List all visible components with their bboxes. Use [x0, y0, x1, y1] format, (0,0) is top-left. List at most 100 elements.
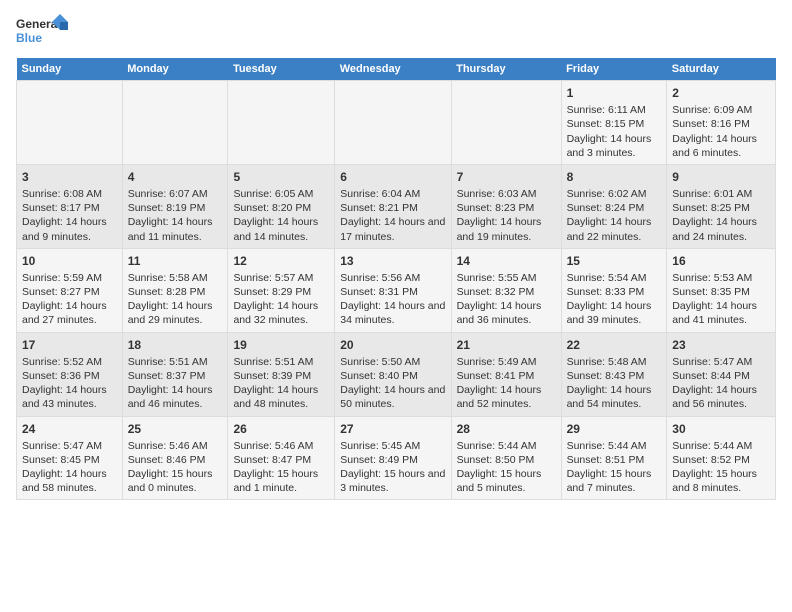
day-number: 5	[233, 169, 329, 185]
day-info: Daylight: 14 hours and 22 minutes.	[567, 215, 662, 243]
calendar-cell	[17, 81, 123, 165]
day-number: 9	[672, 169, 770, 185]
calendar-cell: 1Sunrise: 6:11 AMSunset: 8:15 PMDaylight…	[561, 81, 667, 165]
calendar-cell: 8Sunrise: 6:02 AMSunset: 8:24 PMDaylight…	[561, 164, 667, 248]
page: General Blue SundayMondayTuesdayWednesda…	[0, 0, 792, 508]
calendar-cell: 5Sunrise: 6:05 AMSunset: 8:20 PMDaylight…	[228, 164, 335, 248]
day-info: Sunset: 8:47 PM	[233, 453, 329, 467]
svg-text:General: General	[16, 17, 61, 31]
calendar-cell: 12Sunrise: 5:57 AMSunset: 8:29 PMDayligh…	[228, 248, 335, 332]
day-info: Sunset: 8:17 PM	[22, 201, 117, 215]
calendar-cell	[335, 81, 451, 165]
day-info: Daylight: 14 hours and 29 minutes.	[128, 299, 223, 327]
day-info: Daylight: 14 hours and 32 minutes.	[233, 299, 329, 327]
calendar-cell: 4Sunrise: 6:07 AMSunset: 8:19 PMDaylight…	[122, 164, 228, 248]
day-info: Sunrise: 5:51 AM	[128, 355, 223, 369]
calendar-cell: 19Sunrise: 5:51 AMSunset: 8:39 PMDayligh…	[228, 332, 335, 416]
calendar-row: 3Sunrise: 6:08 AMSunset: 8:17 PMDaylight…	[17, 164, 776, 248]
day-info: Sunrise: 5:59 AM	[22, 271, 117, 285]
logo-svg: General Blue	[16, 12, 71, 52]
day-number: 8	[567, 169, 662, 185]
day-info: Daylight: 15 hours and 7 minutes.	[567, 467, 662, 495]
day-number: 1	[567, 85, 662, 101]
day-info: Daylight: 14 hours and 46 minutes.	[128, 383, 223, 411]
day-info: Daylight: 15 hours and 1 minute.	[233, 467, 329, 495]
day-info: Sunset: 8:23 PM	[457, 201, 556, 215]
day-info: Sunset: 8:19 PM	[128, 201, 223, 215]
calendar-cell: 15Sunrise: 5:54 AMSunset: 8:33 PMDayligh…	[561, 248, 667, 332]
day-info: Sunrise: 6:09 AM	[672, 103, 770, 117]
day-info: Sunset: 8:33 PM	[567, 285, 662, 299]
calendar-cell: 25 Sunrise: 5:46 AMSunset: 8:46 PMDayligh…	[122, 416, 228, 500]
day-info: Daylight: 14 hours and 34 minutes.	[340, 299, 445, 327]
day-info: Sunrise: 5:47 AM	[672, 355, 770, 369]
day-info: Sunrise: 5:44 AM	[567, 439, 662, 453]
day-info: Sunset: 8:20 PM	[233, 201, 329, 215]
day-info: Sunset: 8:45 PM	[22, 453, 117, 467]
day-info: Daylight: 15 hours and 5 minutes.	[457, 467, 556, 495]
day-info: Daylight: 14 hours and 11 minutes.	[128, 215, 223, 243]
calendar-cell: 18Sunrise: 5:51 AMSunset: 8:37 PMDayligh…	[122, 332, 228, 416]
day-info: Sunset: 8:16 PM	[672, 117, 770, 131]
calendar-body: 1Sunrise: 6:11 AMSunset: 8:15 PMDaylight…	[17, 81, 776, 500]
day-number: 3	[22, 169, 117, 185]
day-info: Sunrise: 6:01 AM	[672, 187, 770, 201]
calendar-cell: 20Sunrise: 5:50 AMSunset: 8:40 PMDayligh…	[335, 332, 451, 416]
day-info: Sunrise: 5:45 AM	[340, 439, 445, 453]
day-info: Daylight: 15 hours and 3 minutes.	[340, 467, 445, 495]
calendar-cell: 24Sunrise: 5:47 AMSunset: 8:45 PMDayligh…	[17, 416, 123, 500]
day-number: 22	[567, 337, 662, 353]
day-info: Sunrise: 5:53 AM	[672, 271, 770, 285]
day-number: 15	[567, 253, 662, 269]
day-info: Sunset: 8:32 PM	[457, 285, 556, 299]
calendar-cell: 30Sunrise: 5:44 AMSunset: 8:52 PMDayligh…	[667, 416, 776, 500]
day-info: Sunset: 8:21 PM	[340, 201, 445, 215]
day-number: 24	[22, 421, 117, 437]
day-info: Daylight: 14 hours and 17 minutes.	[340, 215, 445, 243]
day-info: Daylight: 14 hours and 24 minutes.	[672, 215, 770, 243]
calendar-cell	[451, 81, 561, 165]
calendar-cell: 23Sunrise: 5:47 AMSunset: 8:44 PMDayligh…	[667, 332, 776, 416]
day-info: Daylight: 14 hours and 36 minutes.	[457, 299, 556, 327]
day-info: Daylight: 14 hours and 50 minutes.	[340, 383, 445, 411]
day-info: Sunset: 8:37 PM	[128, 369, 223, 383]
day-info: Daylight: 14 hours and 19 minutes.	[457, 215, 556, 243]
day-info: Sunrise: 5:50 AM	[340, 355, 445, 369]
day-info: Sunrise: 6:05 AM	[233, 187, 329, 201]
day-info: Daylight: 15 hours and 0 minutes.	[128, 467, 223, 495]
calendar-header: SundayMondayTuesdayWednesdayThursdayFrid…	[17, 58, 776, 81]
day-number: 25	[128, 421, 223, 437]
day-info: Sunrise: 5:46 AM	[233, 439, 329, 453]
day-info: Sunrise: 5:44 AM	[457, 439, 556, 453]
day-info: Sunset: 8:49 PM	[340, 453, 445, 467]
header: General Blue	[16, 12, 776, 52]
header-day: Tuesday	[228, 58, 335, 81]
calendar-cell: 16Sunrise: 5:53 AMSunset: 8:35 PMDayligh…	[667, 248, 776, 332]
calendar-row: 24Sunrise: 5:47 AMSunset: 8:45 PMDayligh…	[17, 416, 776, 500]
calendar-cell: 6Sunrise: 6:04 AMSunset: 8:21 PMDaylight…	[335, 164, 451, 248]
day-info: Sunrise: 5:52 AM	[22, 355, 117, 369]
day-info: Sunset: 8:51 PM	[567, 453, 662, 467]
calendar-cell: 3Sunrise: 6:08 AMSunset: 8:17 PMDaylight…	[17, 164, 123, 248]
header-day: Wednesday	[335, 58, 451, 81]
day-number: 10	[22, 253, 117, 269]
day-number: 17	[22, 337, 117, 353]
day-number: 11	[128, 253, 223, 269]
day-number: 21	[457, 337, 556, 353]
day-info: Sunset: 8:36 PM	[22, 369, 117, 383]
day-info: Sunrise: 6:02 AM	[567, 187, 662, 201]
day-info: Daylight: 14 hours and 39 minutes.	[567, 299, 662, 327]
day-info: Sunrise: 5:58 AM	[128, 271, 223, 285]
day-info: Sunrise: 5:46 AM	[128, 439, 223, 453]
calendar-cell: 22Sunrise: 5:48 AMSunset: 8:43 PMDayligh…	[561, 332, 667, 416]
day-info: Sunset: 8:46 PM	[128, 453, 223, 467]
calendar-cell: 13Sunrise: 5:56 AMSunset: 8:31 PMDayligh…	[335, 248, 451, 332]
day-info: Sunset: 8:25 PM	[672, 201, 770, 215]
day-info: Sunrise: 6:03 AM	[457, 187, 556, 201]
day-info: Sunset: 8:40 PM	[340, 369, 445, 383]
day-info: Sunrise: 5:51 AM	[233, 355, 329, 369]
day-info: Sunset: 8:44 PM	[672, 369, 770, 383]
day-info: Daylight: 14 hours and 43 minutes.	[22, 383, 117, 411]
calendar-cell: 17 Sunrise: 5:52 AMSunset: 8:36 PMDayligh…	[17, 332, 123, 416]
day-info: Daylight: 14 hours and 3 minutes.	[567, 132, 662, 160]
